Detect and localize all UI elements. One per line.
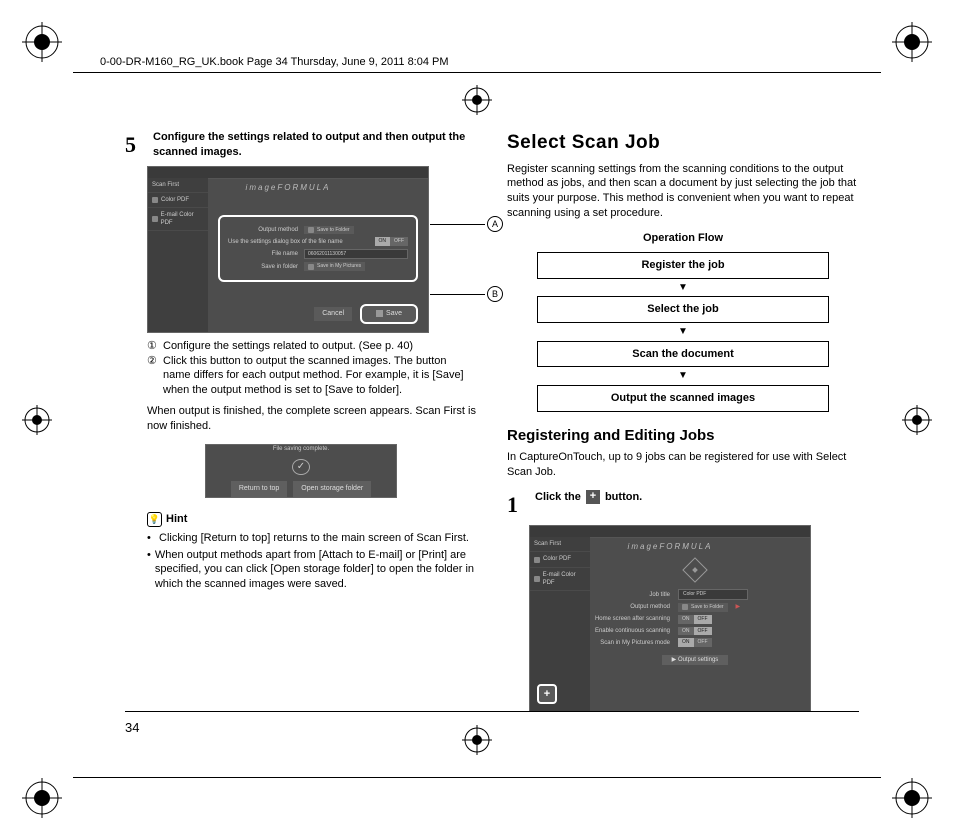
hint-header: 💡 Hint (147, 512, 477, 527)
hint-list: • Clicking [Return to top] returns to the… (147, 531, 477, 592)
filename-field: 06062011130057 (304, 249, 408, 259)
paragraph: When output is finished, the complete sc… (147, 404, 477, 434)
toggle: ONOFF (678, 615, 712, 624)
screenshot-complete: File saving complete. ✓ Return to top Op… (205, 444, 397, 498)
hint-label: Hint (166, 512, 187, 527)
toggle: ONOFF (678, 638, 712, 647)
job-icon (534, 557, 540, 563)
bullet-icon: • (147, 548, 151, 593)
sidebar-item: E-mail Color PDF (148, 208, 208, 231)
step-text: Click the + button. (535, 490, 859, 520)
flow-box: Output the scanned images (537, 385, 829, 412)
label: Output method (228, 226, 298, 234)
label: Output method (590, 603, 670, 611)
folder-value: Save in My Pictures (304, 262, 365, 271)
step-number: 5 (125, 130, 147, 160)
folder-icon (308, 227, 314, 233)
legend: ① Configure the settings related to outpu… (147, 339, 477, 398)
sidebar: Scan First Color PDF E-mail Color PDF (148, 178, 208, 332)
label: Save in folder (228, 263, 298, 271)
scan-icon (680, 555, 710, 585)
crop-mark-icon (892, 22, 932, 62)
screenshot-output-settings: imageFORMULA Scan First Color PDF E-mail… (147, 166, 429, 333)
job-icon (152, 197, 158, 203)
register-mark-icon (902, 405, 932, 435)
bullet-icon: • (147, 531, 155, 546)
hint-text: When output methods apart from [Attach t… (155, 548, 477, 593)
legend-text: Configure the settings related to output… (163, 339, 477, 354)
open-storage-folder-button: Open storage folder (293, 481, 371, 496)
legend-num: ① (147, 339, 159, 354)
flow-box: Register the job (537, 252, 829, 279)
save-icon (376, 310, 383, 317)
screenshot-register-job: imageFORMULA Scan First Color PDF E-mail… (529, 525, 811, 712)
pictures-icon (308, 264, 314, 270)
flow-arrow-icon: ▼ (537, 325, 829, 339)
step-text: Configure the settings related to output… (153, 130, 477, 160)
output-method-value: Save to Folder (304, 226, 354, 235)
label: Home screen after scanning (590, 615, 670, 623)
callout-box-1: Output method Save to Folder Use the sett… (218, 215, 418, 282)
header-rule (73, 72, 881, 73)
register-mark-icon (22, 405, 52, 435)
register-mark-icon (462, 85, 492, 115)
return-to-top-button: Return to top (231, 481, 287, 496)
sidebar-item: E-mail Color PDF (530, 568, 590, 591)
label: Enable continuous scanning (590, 627, 670, 635)
checkmark-icon: ✓ (292, 459, 310, 475)
job-icon (534, 576, 540, 582)
add-job-button: + (537, 684, 557, 704)
section-title: Select Scan Job (507, 130, 859, 156)
right-column: Select Scan Job Register scanning settin… (507, 130, 859, 725)
footer-rule (73, 777, 881, 778)
operation-flow: Operation Flow Register the job ▼ Select… (537, 231, 829, 412)
left-column: 5 Configure the settings related to outp… (125, 130, 477, 725)
output-method-value: Save to Folder (678, 603, 728, 612)
flow-arrow-icon: ▼ (537, 369, 829, 383)
toggle: ONOFF (375, 237, 409, 246)
sidebar-item: Color PDF (530, 552, 590, 567)
complete-msg: File saving complete. (273, 445, 329, 453)
hint-text: Clicking [Return to top] returns to the … (159, 531, 469, 546)
legend-num: ② (147, 354, 159, 399)
flow-arrow-icon: ▼ (537, 281, 829, 295)
label: File name (228, 250, 298, 258)
callout-number: A (487, 216, 503, 232)
legend-text: Click this button to output the scanned … (163, 354, 477, 399)
crop-mark-icon (22, 22, 62, 62)
section-intro: Register scanning settings from the scan… (507, 162, 859, 221)
flow-title: Operation Flow (537, 231, 829, 246)
step-number: 1 (507, 490, 529, 520)
page-rule (125, 711, 859, 712)
flow-box: Select the job (537, 296, 829, 323)
label: Job title (590, 591, 670, 599)
subsection-title: Registering and Editing Jobs (507, 426, 859, 446)
page-number: 34 (125, 720, 139, 735)
job-icon (152, 216, 158, 222)
flow-box: Scan the document (537, 341, 829, 368)
output-settings-button: ▶ Output settings (662, 655, 729, 665)
job-title-field: Color PDF (678, 589, 748, 600)
label: Scan in My Pictures mode (590, 639, 670, 647)
hint-icon: 💡 (147, 512, 162, 527)
callout-number: B (487, 286, 503, 302)
save-button: Save (360, 304, 418, 323)
callout-line: A (430, 224, 485, 225)
folder-icon (682, 604, 688, 610)
sidebar-item: Scan First (148, 178, 208, 193)
plus-icon: + (544, 689, 550, 700)
toggle: ONOFF (678, 627, 712, 636)
plus-icon: + (586, 490, 600, 504)
sidebar-item: Color PDF (148, 193, 208, 208)
header-text: 0-00-DR-M160_RG_UK.book Page 34 Thursday… (100, 56, 449, 68)
crop-mark-icon (22, 778, 62, 818)
cancel-button: Cancel (314, 307, 352, 320)
register-mark-icon (462, 725, 492, 755)
callout-line: B (430, 294, 485, 295)
subsection-intro: In CaptureOnTouch, up to 9 jobs can be r… (507, 450, 859, 480)
crop-mark-icon (892, 778, 932, 818)
label: Use the settings dialog box of the file … (228, 238, 369, 246)
sidebar-item: Scan First (530, 537, 590, 552)
